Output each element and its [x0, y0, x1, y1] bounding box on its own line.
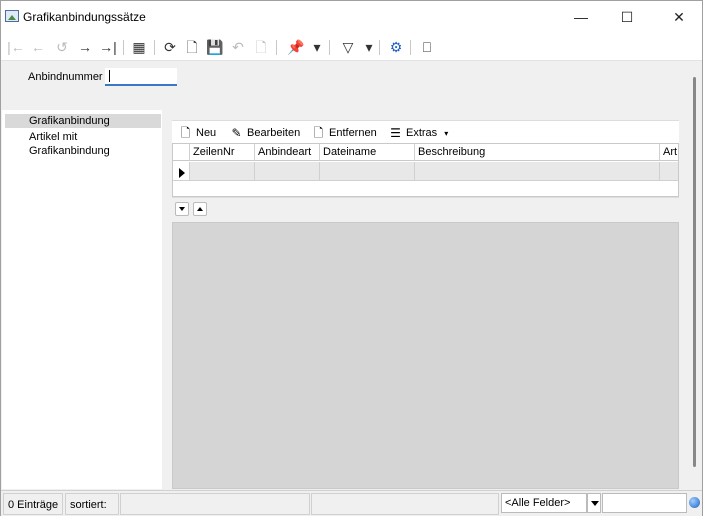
field-filter-dropdown-button[interactable] [587, 493, 601, 513]
application-window: Grafikanbindungssätze — ☐ ✕ |← ← ↺ → →| … [0, 0, 703, 516]
table-view-icon[interactable]: ▦ [129, 38, 149, 56]
remove-document-icon: 🗋 [313, 126, 324, 140]
close-button[interactable]: ✕ [656, 1, 702, 33]
filter-dropdown-icon[interactable]: ▾ [362, 38, 376, 56]
current-row-arrow-icon [179, 168, 185, 178]
previous-record-icon[interactable]: ← [28, 38, 48, 56]
chevron-up-icon [197, 207, 203, 211]
new-document-icon[interactable]: 🗋 [182, 38, 202, 56]
remove-button-label: Entfernen [329, 127, 377, 139]
nav-item-grafikanbindung[interactable]: Grafikanbindung [5, 114, 161, 128]
sort-status: sortiert: [65, 493, 119, 515]
title-bar: Grafikanbindungssätze — ☐ ✕ [1, 1, 702, 33]
window-title: Grafikanbindungssätze [23, 10, 146, 24]
column-header-anbindeart[interactable]: Anbindeart [255, 144, 320, 161]
new-button-label: Neu [196, 127, 217, 139]
last-record-icon[interactable]: →| [98, 38, 118, 56]
row-header-column [173, 144, 190, 161]
toolbar-separator [154, 40, 155, 55]
undo-icon[interactable]: ↶ [228, 38, 248, 56]
detail-expander-bar [172, 197, 679, 221]
vertical-scrollbar[interactable] [691, 62, 702, 489]
globe-icon[interactable] [689, 497, 700, 508]
quick-search-input[interactable] [602, 493, 687, 513]
first-record-icon[interactable]: |← [6, 38, 26, 56]
scrollbar-thumb[interactable] [693, 77, 696, 467]
expand-down-button[interactable] [175, 202, 189, 216]
refresh-icon[interactable]: ⟳ [160, 38, 180, 56]
menu-lines-icon: ☰ [390, 126, 401, 140]
pin-icon[interactable]: 📌 [286, 38, 306, 56]
table-cell[interactable] [660, 162, 678, 181]
edit-button[interactable]: ✎ Bearbeiten [227, 125, 300, 141]
record-header [1, 62, 685, 109]
table-cell[interactable] [415, 162, 660, 181]
save-icon[interactable]: 💾 [205, 38, 225, 56]
exit-door-icon[interactable]: ⎕ [417, 38, 437, 56]
toolbar-separator [276, 40, 277, 55]
delete-document-icon[interactable]: 🗋 [251, 38, 271, 56]
status-panel-empty [120, 493, 310, 515]
extras-button[interactable]: ☰ Extras ▾ [386, 125, 448, 141]
history-icon[interactable]: ↺ [52, 38, 72, 56]
column-header-zeilennr[interactable]: ZeilenNr [190, 144, 255, 161]
anbindnummer-label: Anbindnummer [28, 71, 103, 83]
column-header-beschreibung[interactable]: Beschreibung [415, 144, 660, 161]
navigation-panel: Grafikanbindung Artikel mit Grafikanbind… [2, 110, 162, 489]
extras-button-label: Extras [406, 127, 438, 139]
chevron-down-icon: ▾ [444, 129, 449, 138]
toolbar-separator [410, 40, 411, 55]
text-caret [109, 70, 110, 82]
toolbar-separator [379, 40, 380, 55]
pencil-icon: ✎ [231, 126, 242, 140]
settings-icon[interactable]: ⚙ [386, 38, 406, 56]
table-cell[interactable] [190, 162, 255, 181]
entry-count: 0 Einträge [3, 493, 63, 515]
table-cell[interactable] [320, 162, 415, 181]
new-button[interactable]: 🗋 Neu [176, 125, 217, 141]
field-filter-select[interactable]: <Alle Felder> [501, 493, 587, 513]
chevron-down-icon [179, 207, 185, 211]
next-record-icon[interactable]: → [75, 38, 95, 56]
minimize-button[interactable]: — [558, 1, 604, 33]
remove-button[interactable]: 🗋 Entfernen [309, 125, 377, 141]
main-toolbar: |← ← ↺ → →| ▦ ⟳ 🗋 💾 ↶ 🗋 📌 ▾ ▽ ▾ ⚙ ⎕ [1, 33, 702, 61]
image-app-icon [5, 10, 19, 22]
toolbar-separator [123, 40, 124, 55]
edit-button-label: Bearbeiten [247, 127, 301, 139]
column-header-dateiname[interactable]: Dateiname [320, 144, 415, 161]
grid-toolbar: 🗋 Neu ✎ Bearbeiten 🗋 Entfernen ☰ Extras … [172, 120, 679, 143]
pin-dropdown-icon[interactable]: ▾ [310, 38, 324, 56]
collapse-up-button[interactable] [193, 202, 207, 216]
detail-panel [172, 222, 679, 489]
anbindnummer-input[interactable] [105, 68, 177, 86]
column-header-art[interactable]: Art [660, 144, 678, 161]
data-grid: ZeilenNr Anbindeart Dateiname Beschreibu… [172, 143, 679, 197]
new-document-icon: 🗋 [180, 126, 191, 140]
toolbar-separator [329, 40, 330, 55]
maximize-button[interactable]: ☐ [604, 1, 650, 33]
filter-icon[interactable]: ▽ [338, 38, 358, 56]
nav-item-artikel-mit-grafikanbindung[interactable]: Artikel mit Grafikanbindung [5, 130, 161, 157]
table-cell[interactable] [255, 162, 320, 181]
status-panel-empty [311, 493, 499, 515]
